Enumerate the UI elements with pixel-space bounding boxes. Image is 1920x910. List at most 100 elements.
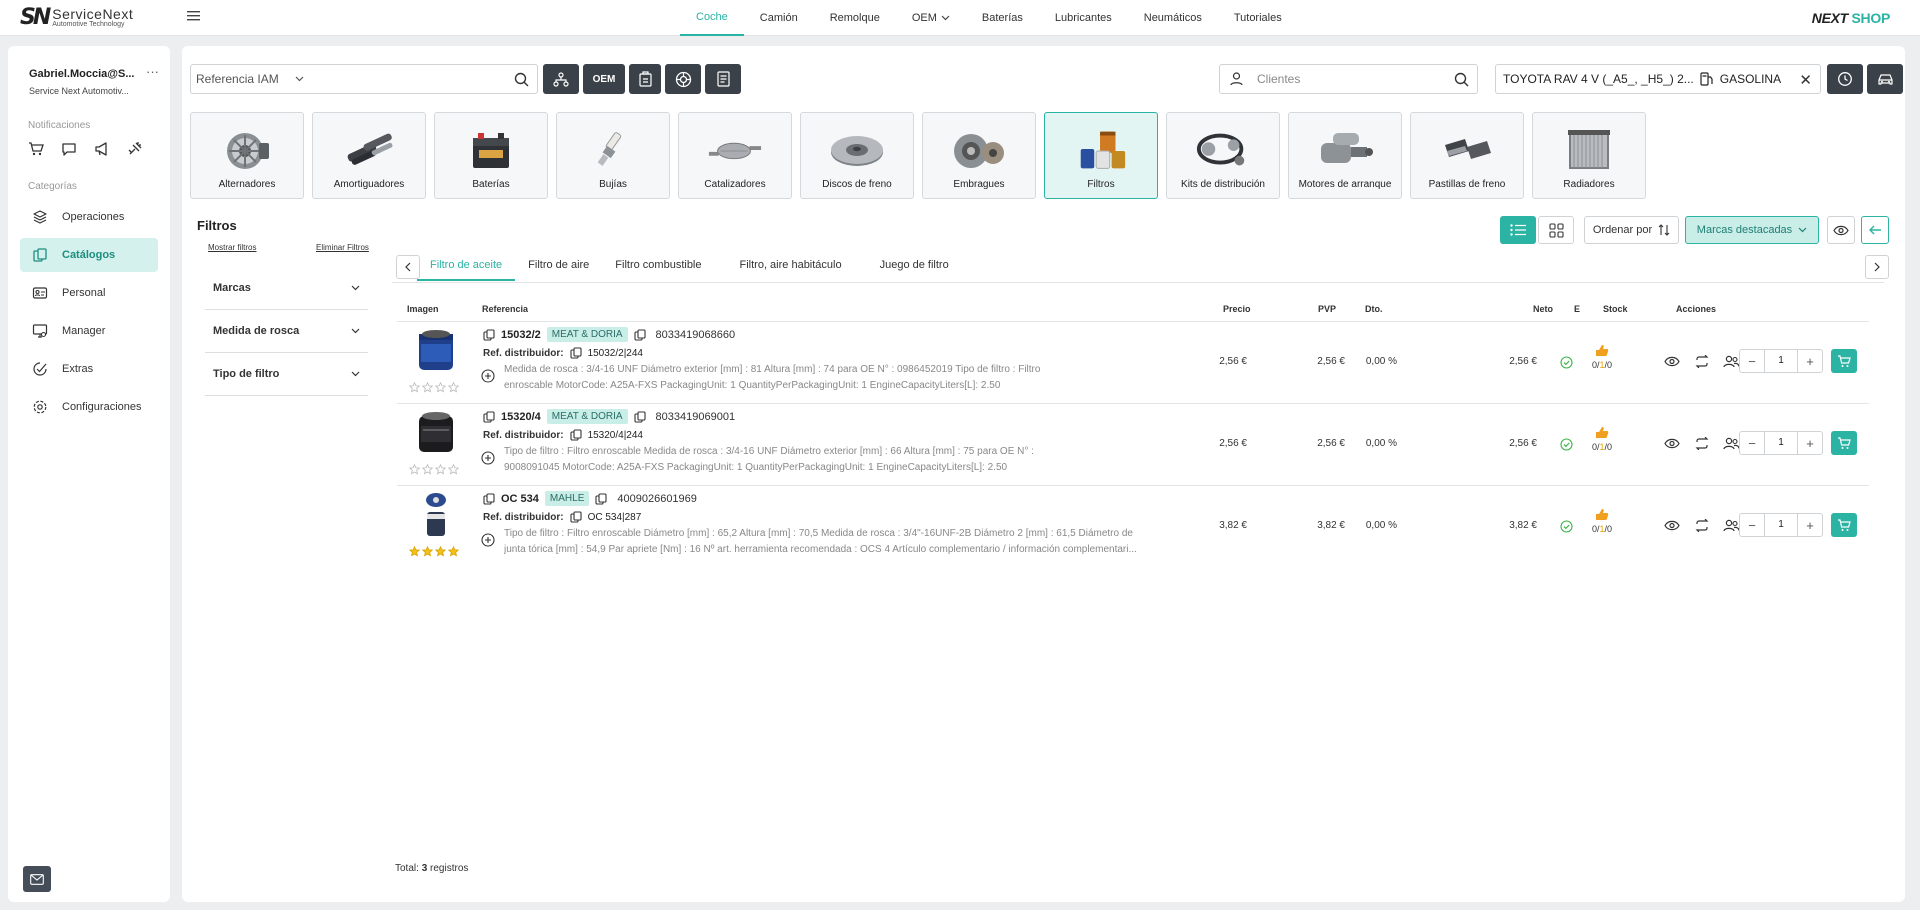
- sidebar-item-configuraciones[interactable]: Configuraciones: [20, 390, 158, 424]
- servicenext-logo[interactable]: SN ServiceNext Automotive Technology: [20, 5, 133, 30]
- filter-group-marcas[interactable]: Marcas: [205, 267, 368, 310]
- category-motores-de-arranque[interactable]: Motores de arranque: [1288, 112, 1402, 199]
- category-amortiguadores[interactable]: Amortiguadores: [312, 112, 426, 199]
- tabs-next-button[interactable]: [1865, 255, 1889, 279]
- users-icon[interactable]: [1723, 355, 1740, 368]
- add-to-cart-button[interactable]: [1831, 431, 1857, 455]
- swap-icon[interactable]: [1694, 355, 1710, 368]
- view-details-icon[interactable]: [1664, 438, 1680, 449]
- brand-badge[interactable]: MEAT & DORIA: [546, 409, 628, 424]
- nav-lubricantes[interactable]: Lubricantes: [1039, 0, 1128, 36]
- star-icon[interactable]: [409, 464, 420, 475]
- search-icon[interactable]: [514, 72, 529, 87]
- featured-brands-dropdown[interactable]: Marcas destacadas: [1685, 216, 1819, 244]
- users-icon[interactable]: [1723, 519, 1740, 532]
- mail-button[interactable]: [23, 866, 51, 892]
- clear-filters-link[interactable]: Eliminar Filtros: [316, 243, 369, 252]
- expand-details-icon[interactable]: [481, 451, 495, 465]
- sidebar-item-catalogos[interactable]: Catálogos: [20, 238, 158, 272]
- star-icon[interactable]: [435, 382, 446, 393]
- quantity-value[interactable]: 1: [1764, 350, 1798, 372]
- category-kits-de-distribucion[interactable]: Kits de distribución: [1166, 112, 1280, 199]
- clients-search-input[interactable]: Clientes: [1219, 64, 1478, 94]
- nav-coche[interactable]: Coche: [680, 0, 744, 36]
- copy-icon[interactable]: [633, 410, 646, 423]
- quantity-value[interactable]: 1: [1764, 514, 1798, 536]
- copy-icon[interactable]: [595, 492, 607, 505]
- filter-group-tipo-de-filtro[interactable]: Tipo de filtro: [205, 353, 368, 396]
- chat-icon[interactable]: [61, 141, 77, 157]
- decrease-button[interactable]: −: [1740, 350, 1764, 372]
- star-icon[interactable]: [422, 546, 433, 557]
- user-name[interactable]: Gabriel.Moccia@S...: [29, 68, 134, 80]
- user-menu-button[interactable]: ···: [146, 64, 159, 79]
- category-discos-de-freno[interactable]: Discos de freno: [800, 112, 914, 199]
- list-view-button[interactable]: [1500, 216, 1536, 244]
- grid-view-button[interactable]: [1538, 216, 1574, 244]
- selected-vehicle[interactable]: TOYOTA RAV 4 V (_A5_, _H5_) 2... GASOLIN…: [1495, 64, 1821, 94]
- reference-type-select[interactable]: Referencia IAM: [190, 64, 538, 94]
- copy-icon[interactable]: [633, 328, 646, 341]
- back-button[interactable]: [1861, 216, 1889, 244]
- star-icon[interactable]: [435, 546, 446, 557]
- show-filters-link[interactable]: Mostrar filtros: [208, 243, 256, 252]
- category-radiadores[interactable]: Radiadores: [1532, 112, 1646, 199]
- stock-indicator[interactable]: 0/1/0: [1587, 426, 1617, 452]
- sidebar-item-manager[interactable]: Manager: [20, 314, 158, 348]
- tab-filtro-de-aire[interactable]: Filtro de aire: [515, 253, 602, 281]
- tab-filtro-combustible[interactable]: Filtro combustible: [602, 253, 714, 281]
- tab-filtro-de-aceite[interactable]: Filtro de aceite: [417, 253, 516, 281]
- star-icon[interactable]: [448, 464, 459, 475]
- stock-indicator[interactable]: 0/1/0: [1587, 344, 1617, 370]
- copy-icon[interactable]: [570, 511, 582, 523]
- copy-icon[interactable]: [483, 328, 495, 341]
- add-to-cart-button[interactable]: [1831, 349, 1857, 373]
- product-image[interactable]: [411, 408, 461, 458]
- oem-button[interactable]: OEM: [583, 64, 625, 94]
- increase-button[interactable]: +: [1798, 432, 1822, 454]
- category-bujias[interactable]: Bujías: [556, 112, 670, 199]
- quantity-stepper[interactable]: − 1 +: [1739, 431, 1823, 455]
- nav-oem[interactable]: OEM: [896, 0, 966, 36]
- star-icon[interactable]: [409, 546, 420, 557]
- increase-button[interactable]: +: [1798, 350, 1822, 372]
- users-icon[interactable]: [1723, 437, 1740, 450]
- product-code[interactable]: 15320/4: [501, 411, 541, 423]
- nav-camion[interactable]: Camión: [744, 0, 814, 36]
- tab-filtro-aire-habitaculo[interactable]: Filtro, aire habitáculo: [727, 253, 855, 281]
- expand-details-icon[interactable]: [481, 533, 495, 547]
- search-icon[interactable]: [1454, 72, 1469, 87]
- megaphone-icon[interactable]: [94, 141, 110, 157]
- hamburger-menu-icon[interactable]: [187, 10, 201, 22]
- sidebar-item-extras[interactable]: Extras: [20, 352, 158, 386]
- filter-group-medida-de-rosca[interactable]: Medida de rosca: [205, 310, 368, 353]
- category-baterias[interactable]: Baterías: [434, 112, 548, 199]
- nav-baterias[interactable]: Baterías: [966, 0, 1039, 36]
- view-details-icon[interactable]: [1664, 520, 1680, 531]
- star-icon[interactable]: [409, 382, 420, 393]
- hierarchy-button[interactable]: [543, 64, 579, 94]
- category-embragues[interactable]: Embragues: [922, 112, 1036, 199]
- swap-icon[interactable]: [1694, 437, 1710, 450]
- product-image[interactable]: [411, 490, 461, 540]
- history-button[interactable]: [1827, 64, 1863, 94]
- decrease-button[interactable]: −: [1740, 432, 1764, 454]
- category-pastillas-de-freno[interactable]: Pastillas de freno: [1410, 112, 1524, 199]
- expand-details-icon[interactable]: [481, 369, 495, 383]
- product-code[interactable]: 15032/2: [501, 329, 541, 341]
- decrease-button[interactable]: −: [1740, 514, 1764, 536]
- swap-icon[interactable]: [1694, 519, 1710, 532]
- satellite-icon[interactable]: [127, 141, 143, 157]
- nav-remolque[interactable]: Remolque: [814, 0, 896, 36]
- product-image[interactable]: [411, 326, 461, 376]
- increase-button[interactable]: +: [1798, 514, 1822, 536]
- star-icon[interactable]: [435, 464, 446, 475]
- close-icon[interactable]: ✕: [1799, 71, 1812, 89]
- brand-badge[interactable]: MAHLE: [544, 491, 590, 506]
- star-icon[interactable]: [448, 546, 459, 557]
- tab-juego-de-filtro[interactable]: Juego de filtro: [867, 253, 962, 281]
- category-filtros[interactable]: Filtros: [1044, 112, 1158, 199]
- quantity-stepper[interactable]: − 1 +: [1739, 513, 1823, 537]
- quantity-stepper[interactable]: − 1 +: [1739, 349, 1823, 373]
- copy-icon[interactable]: [570, 429, 582, 441]
